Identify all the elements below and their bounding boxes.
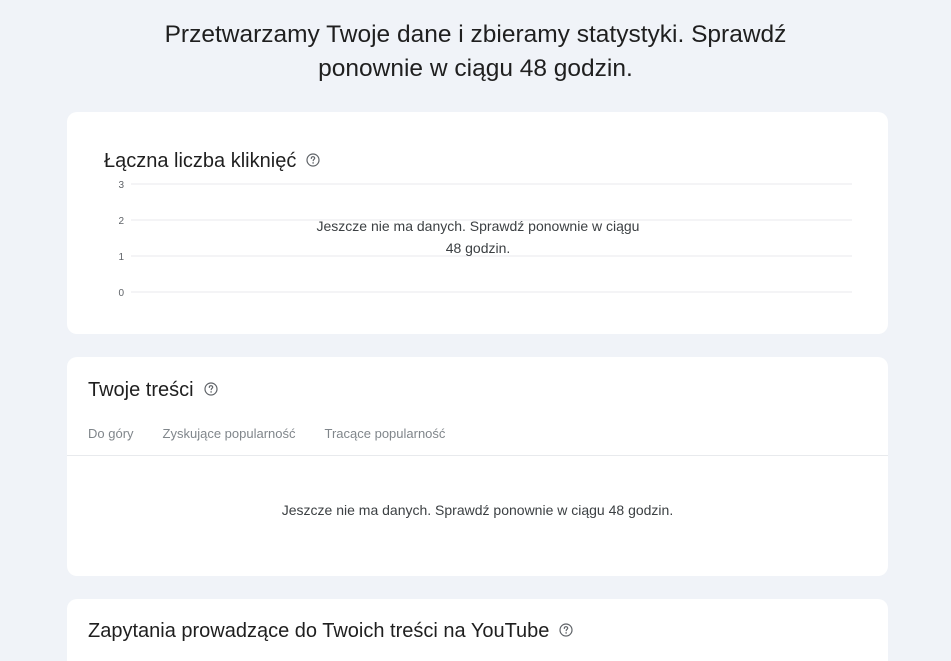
- dashboard-page: Przetwarzamy Twoje dane i zbieramy staty…: [0, 0, 951, 661]
- content-empty-message: Jeszcze nie ma danych. Sprawdź ponownie …: [281, 502, 674, 518]
- headline-line-2: ponownie w ciągu 48 godzin.: [318, 55, 633, 82]
- help-icon[interactable]: [203, 382, 218, 396]
- content-tabs: Do góry Zyskujące popularność Tracące po…: [88, 426, 445, 441]
- chart-empty-line-1: Jeszcze nie ma danych. Sprawdź ponownie …: [316, 218, 640, 234]
- chart-empty-message: Jeszcze nie ma danych. Sprawdź ponownie …: [295, 215, 661, 259]
- y-tick-label: 1: [118, 252, 124, 263]
- processing-headline: Przetwarzamy Twoje dane i zbieramy staty…: [0, 18, 951, 86]
- tab-top[interactable]: Do góry: [88, 426, 134, 441]
- y-tick-label: 2: [118, 216, 124, 227]
- chart-empty-line-2: 48 godzin.: [445, 240, 511, 256]
- your-content-title: Twoje treści: [88, 379, 218, 402]
- tab-losing[interactable]: Tracące popularność: [325, 426, 446, 441]
- tabs-divider: [67, 455, 888, 456]
- y-tick-label: 3: [118, 180, 124, 191]
- headline-line-1: Przetwarzamy Twoje dane i zbieramy staty…: [164, 21, 787, 48]
- queries-title-text: Zapytania prowadzące do Twoich treści na…: [88, 620, 550, 642]
- queries-title: Zapytania prowadzące do Twoich treści na…: [88, 620, 574, 643]
- your-content-title-text: Twoje treści: [88, 379, 194, 401]
- tab-gaining[interactable]: Zyskujące popularność: [163, 426, 296, 441]
- queries-card: Zapytania prowadzące do Twoich treści na…: [67, 599, 888, 661]
- your-content-card: Twoje treści Do góry Zyskujące popularno…: [67, 357, 888, 576]
- total-clicks-card: Łączna liczba kliknięć 0123 Jeszcze nie …: [67, 112, 888, 334]
- y-tick-label: 0: [118, 288, 124, 299]
- help-icon[interactable]: [559, 623, 574, 637]
